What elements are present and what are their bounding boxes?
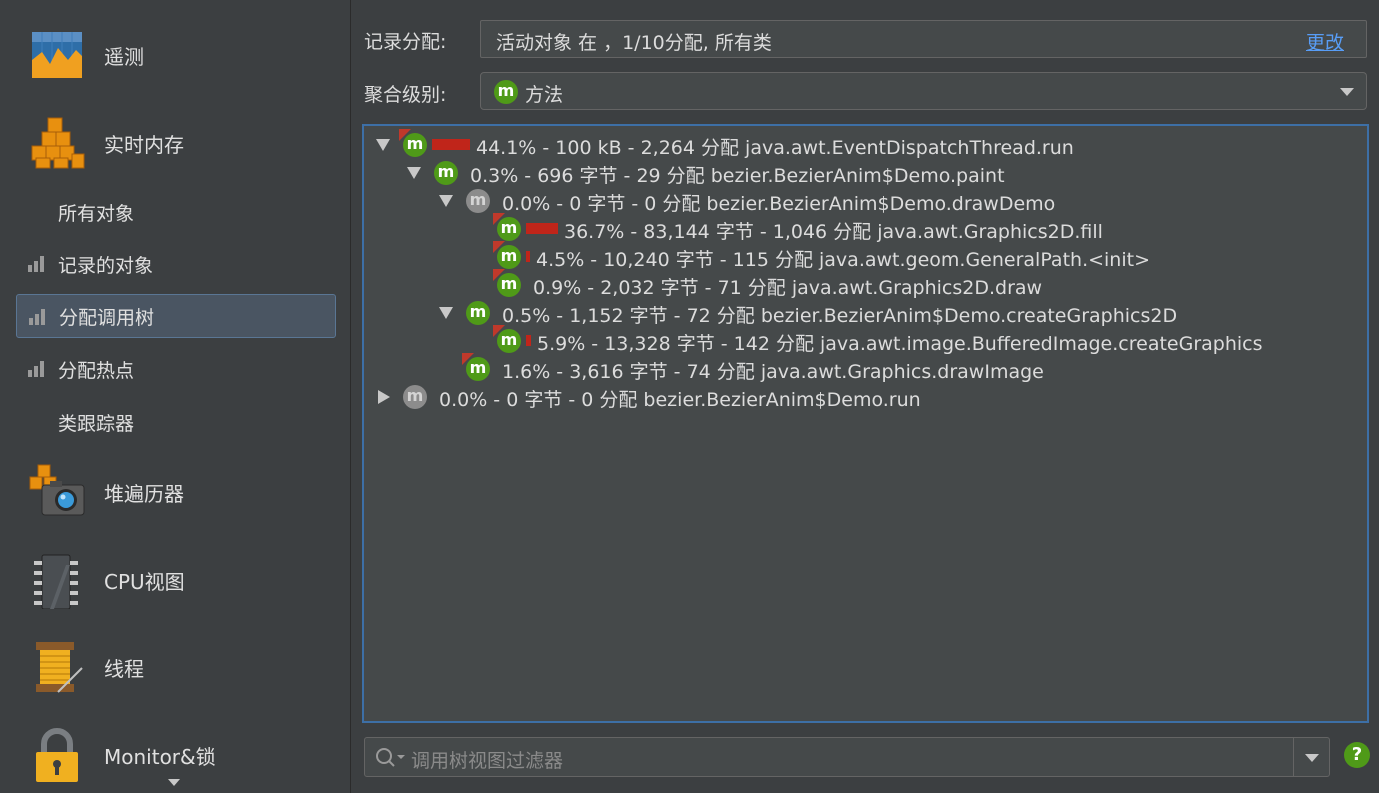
sidebar-item-label: 线程: [104, 656, 144, 681]
sidebar-item-label: 实时内存: [104, 132, 184, 157]
tree-row[interactable]: m 44.1% - 100 kB - 2,264 分配 java.awt.Eve…: [364, 129, 1364, 159]
cpu-chip-icon: [34, 554, 78, 609]
thread-spool-icon: [36, 642, 83, 693]
tree-row[interactable]: m 0.0% - 0 字节 - 0 分配 bezier.BezierAnim$D…: [364, 383, 1364, 411]
tree-row[interactable]: m 0.0% - 0 字节 - 0 分配 bezier.BezierAnim$D…: [364, 187, 1364, 215]
sidebar-item-allocation-hot-spots[interactable]: 分配热点: [16, 347, 336, 391]
sidebar-item-label: 所有对象: [58, 202, 135, 225]
sidebar-item-telemetry[interactable]: 遥测: [0, 20, 351, 90]
tree-row[interactable]: m 36.7% - 83,144 字节 - 1,046 分配 java.awt.…: [364, 213, 1364, 243]
sidebar-item-label: 遥测: [104, 44, 144, 69]
method-icon: m: [399, 129, 427, 157]
filter-history-dropdown-icon[interactable]: [1305, 754, 1319, 762]
tree-row-text: 44.1% - 100 kB - 2,264 分配 java.awt.Event…: [476, 137, 1074, 159]
tree-row[interactable]: m 5.9% - 13,328 字节 - 142 分配 java.awt.ima…: [364, 325, 1364, 355]
method-icon: m: [493, 241, 521, 269]
filter-placeholder: 调用树视图过滤器: [411, 750, 564, 772]
method-icon: m: [462, 353, 490, 381]
tree-row[interactable]: m 0.5% - 1,152 字节 - 72 分配 bezier.BezierA…: [364, 299, 1364, 327]
call-tree-filter-input[interactable]: 调用树视图过滤器: [364, 737, 1330, 777]
record-allocations-field: 活动对象 在 ，1/10分配, 所有类 更改: [480, 20, 1367, 58]
heap-walker-icon: [29, 464, 85, 516]
sidebar-item-label: 分配热点: [58, 359, 135, 382]
collapse-toggle-icon[interactable]: [378, 390, 390, 404]
tree-row-text: 36.7% - 83,144 字节 - 1,046 分配 java.awt.Gr…: [564, 221, 1103, 243]
tree-row[interactable]: m 4.5% - 10,240 字节 - 115 分配 java.awt.geo…: [364, 241, 1364, 271]
tree-row-text: 0.9% - 2,032 字节 - 71 分配 java.awt.Graphic…: [533, 277, 1043, 299]
tree-row-text: 5.9% - 13,328 字节 - 142 分配 java.awt.image…: [537, 333, 1263, 355]
divider: [1293, 738, 1294, 776]
method-icon: m: [493, 213, 521, 241]
record-allocations-value: 活动对象 在 ，1/10分配, 所有类: [496, 32, 772, 54]
sidebar-item-threads[interactable]: 线程: [0, 632, 351, 702]
live-memory-icon: [31, 117, 85, 169]
tree-row-text: 4.5% - 10,240 字节 - 115 分配 java.awt.geom.…: [536, 249, 1150, 271]
hot-flag-icon: [493, 325, 505, 337]
sidebar-item-allocation-call-tree[interactable]: 分配调用树: [16, 294, 336, 338]
method-icon: m: [494, 80, 518, 104]
sidebar-item-label: 分配调用树: [59, 306, 155, 329]
allocation-bar: [526, 335, 531, 346]
recording-bars-icon: [28, 361, 44, 377]
sidebar-item-live-memory[interactable]: 实时内存: [0, 108, 351, 178]
aggregation-level-label: 聚合级别:: [364, 84, 447, 106]
method-icon: m: [434, 161, 458, 185]
change-link[interactable]: 更改: [1306, 28, 1344, 55]
chevron-down-icon: [1340, 88, 1354, 96]
sidebar-item-all-objects[interactable]: 所有对象: [16, 190, 336, 234]
expand-toggle-icon[interactable]: [376, 139, 390, 151]
method-icon: m: [493, 325, 521, 353]
lock-icon: [36, 728, 78, 782]
tree-row-text: 0.3% - 696 字节 - 29 分配 bezier.BezierAnim$…: [470, 165, 1005, 187]
recording-bars-icon: [29, 309, 45, 325]
sidebar: 遥测 实时内存 所有对象 记录的对象 分配调用树 分配热点 类跟踪器 堆遍历器 …: [0, 0, 351, 793]
sidebar-item-label: Monitor&锁: [104, 744, 216, 769]
scroll-down-caret-icon[interactable]: [168, 779, 180, 786]
allocation-call-tree[interactable]: m 44.1% - 100 kB - 2,264 分配 java.awt.Eve…: [362, 124, 1369, 723]
sidebar-item-heap-walker[interactable]: 堆遍历器: [0, 457, 351, 527]
hot-flag-icon: [493, 269, 505, 281]
allocation-bar: [526, 223, 558, 234]
telemetry-icon: [32, 32, 82, 78]
sidebar-item-class-tracker[interactable]: 类跟踪器: [16, 400, 336, 444]
method-icon: m: [403, 385, 427, 409]
aggregation-level-value: 方法: [525, 84, 564, 106]
recording-bars-icon: [28, 256, 44, 272]
sidebar-item-cpu-views[interactable]: CPU视图: [0, 545, 351, 615]
search-icon: [376, 748, 405, 767]
method-icon: m: [493, 269, 521, 297]
help-icon[interactable]: ?: [1344, 742, 1370, 768]
hot-flag-icon: [493, 213, 505, 225]
allocation-bar: [432, 139, 470, 150]
sidebar-item-label: CPU视图: [104, 569, 185, 594]
aggregation-level-select[interactable]: m 方法: [480, 72, 1367, 110]
sidebar-item-label: 类跟踪器: [58, 412, 135, 435]
tree-row-text: 0.0% - 0 字节 - 0 分配 bezier.BezierAnim$Dem…: [502, 193, 1056, 215]
method-icon: m: [466, 301, 490, 325]
hot-flag-icon: [462, 353, 474, 365]
expand-toggle-icon[interactable]: [439, 195, 453, 207]
tree-row-text: 0.0% - 0 字节 - 0 分配 bezier.BezierAnim$Dem…: [439, 389, 921, 411]
tree-row[interactable]: m 0.3% - 696 字节 - 29 分配 bezier.BezierAni…: [364, 159, 1364, 187]
tree-row[interactable]: m 1.6% - 3,616 字节 - 74 分配 java.awt.Graph…: [364, 353, 1364, 383]
sidebar-item-recorded-objects[interactable]: 记录的对象: [16, 242, 336, 286]
tree-row-text: 0.5% - 1,152 字节 - 72 分配 bezier.BezierAni…: [502, 305, 1178, 327]
expand-toggle-icon[interactable]: [407, 167, 421, 179]
sidebar-item-label: 记录的对象: [58, 254, 154, 277]
record-allocations-label: 记录分配:: [364, 31, 447, 53]
expand-toggle-icon[interactable]: [439, 307, 453, 319]
method-icon: m: [466, 189, 490, 213]
tree-row[interactable]: m 0.9% - 2,032 字节 - 71 分配 java.awt.Graph…: [364, 269, 1364, 299]
hot-flag-icon: [493, 241, 505, 253]
hot-flag-icon: [399, 129, 411, 141]
sidebar-item-label: 堆遍历器: [104, 481, 184, 506]
allocation-bar: [526, 251, 530, 262]
tree-row-text: 1.6% - 3,616 字节 - 74 分配 java.awt.Graphic…: [502, 361, 1044, 383]
